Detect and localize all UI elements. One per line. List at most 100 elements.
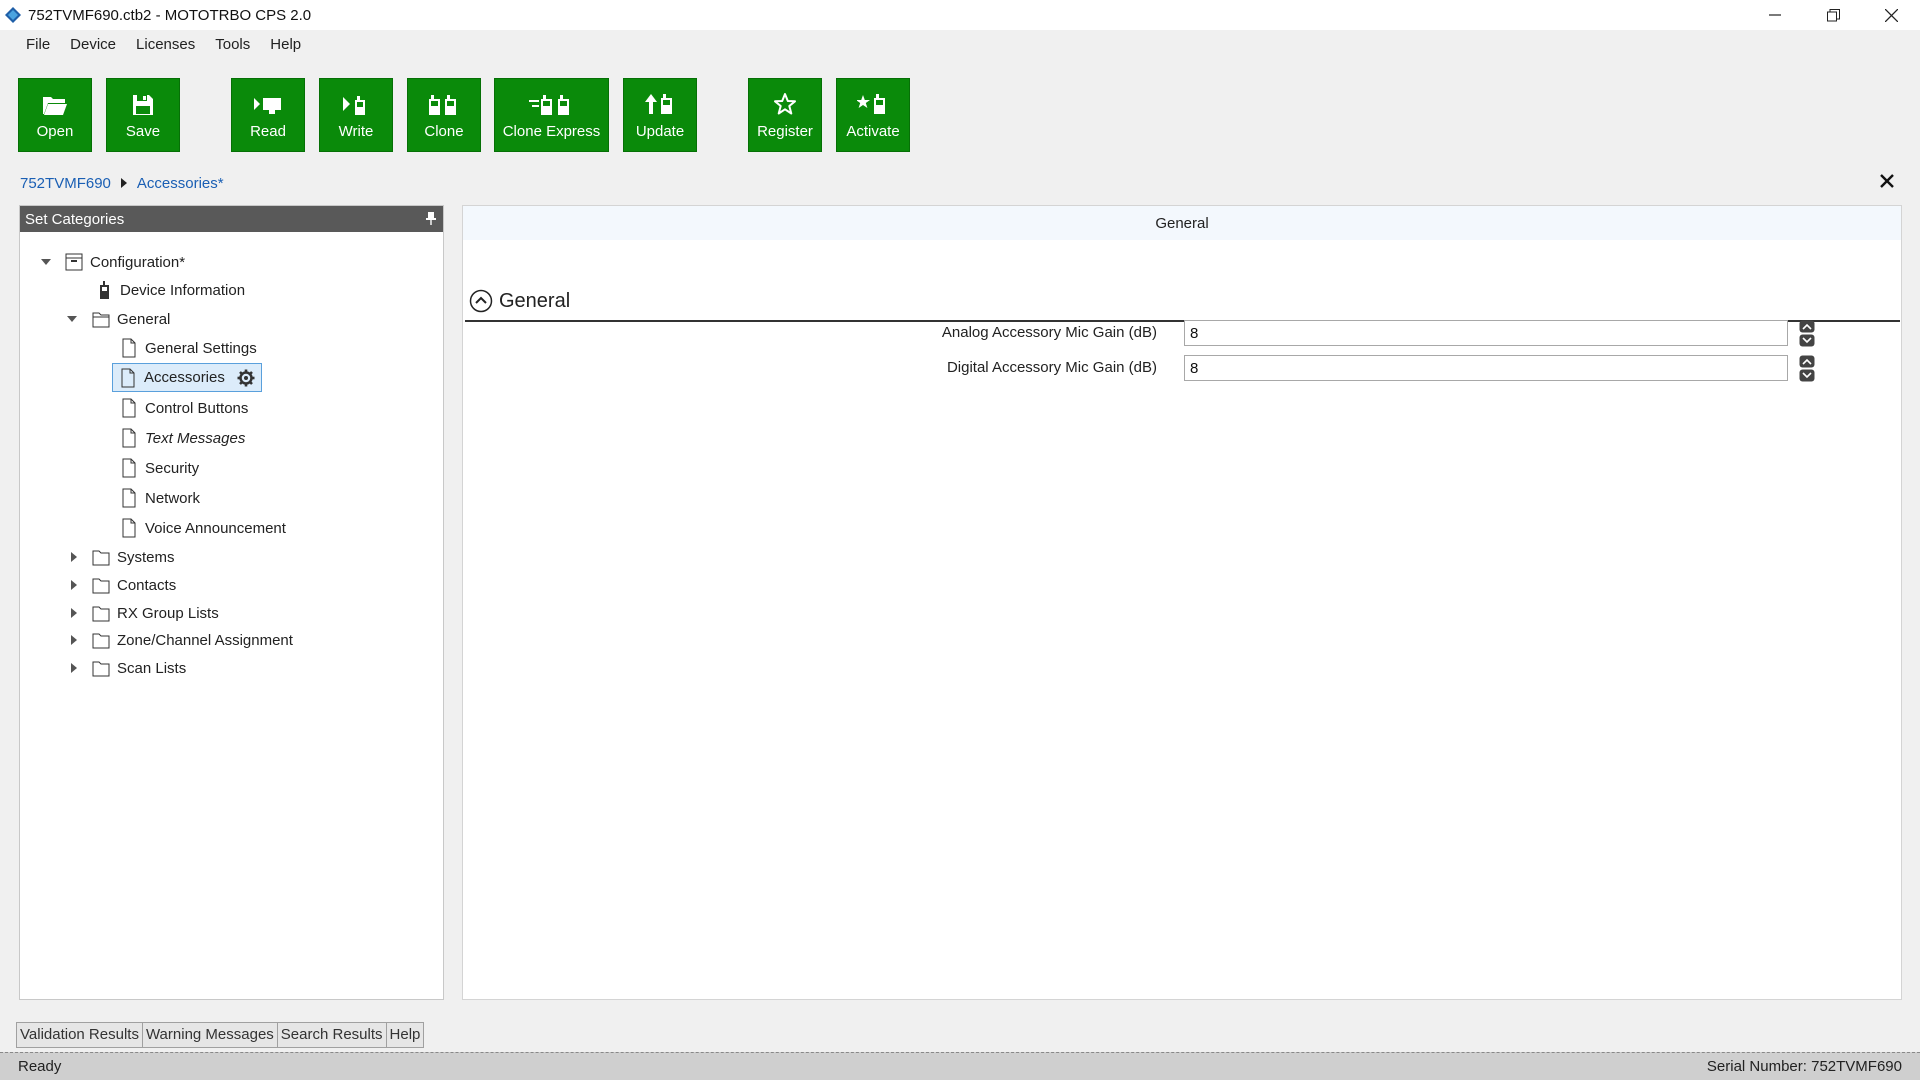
read-button[interactable]: Read — [231, 78, 305, 152]
clone-button[interactable]: Clone — [407, 78, 481, 152]
folder-icon — [92, 606, 110, 622]
breadcrumb-separator-icon — [120, 178, 127, 188]
expanded-arrow-icon[interactable] — [66, 313, 78, 325]
tree-item-label: RX Group Lists — [117, 604, 219, 622]
update-device-icon — [645, 94, 672, 114]
close-document-icon[interactable] — [1878, 172, 1896, 190]
folder-open-icon — [43, 97, 67, 115]
tab-validation-results[interactable]: Validation Results — [16, 1022, 143, 1048]
close-window-button[interactable] — [1862, 0, 1920, 30]
folder-icon — [92, 578, 110, 594]
restore-button[interactable] — [1804, 0, 1862, 30]
tree-item-label: Control Buttons — [145, 399, 249, 417]
folder-icon — [92, 661, 110, 677]
tree-item-contacts[interactable]: Contacts — [92, 573, 176, 597]
folder-icon — [92, 633, 110, 649]
read-label: Read — [250, 123, 286, 140]
activate-button[interactable]: Activate — [836, 78, 910, 152]
tab-general[interactable]: General — [463, 206, 1901, 240]
update-label: Update — [635, 123, 685, 140]
panel-header: Set Categories — [20, 206, 443, 232]
bottom-tabs: Validation Results Warning Messages Sear… — [16, 1022, 425, 1048]
tree-item-voice-announcement[interactable]: Voice Announcement — [120, 516, 286, 540]
field-row-analog-mic-gain: Analog Accessory Mic Gain (dB) — [463, 319, 1901, 347]
document-icon — [122, 398, 136, 418]
menu-device[interactable]: Device — [60, 30, 126, 60]
document-icon — [122, 488, 136, 508]
clone-express-icon — [528, 95, 569, 115]
menu-licenses[interactable]: Licenses — [126, 30, 205, 60]
read-device-icon — [254, 98, 281, 114]
tree-item-label: Scan Lists — [117, 659, 187, 677]
register-label: Register — [757, 123, 813, 140]
tree-item-text-messages[interactable]: Text Messages — [120, 426, 245, 450]
clone-express-button[interactable]: Clone Express — [494, 78, 609, 152]
tree-item-rx-group-lists[interactable]: RX Group Lists — [92, 601, 219, 625]
tree-item-label: General — [117, 310, 171, 328]
tree-item-zone-channel-assignment[interactable]: Zone/Channel Assignment — [92, 628, 293, 652]
gear-icon[interactable] — [237, 369, 255, 387]
tree-item-network[interactable]: Network — [120, 486, 200, 510]
menu-tools[interactable]: Tools — [205, 30, 260, 60]
tab-search-results[interactable]: Search Results — [276, 1022, 387, 1048]
tree-item-configuration[interactable]: Configuration* — [65, 250, 185, 274]
tree-item-control-buttons[interactable]: Control Buttons — [120, 396, 248, 420]
folder-icon — [92, 550, 110, 566]
panel-title: Set Categories — [25, 210, 125, 228]
breadcrumb-current[interactable]: Accessories* — [137, 175, 224, 192]
expanded-arrow-icon[interactable] — [40, 256, 52, 268]
tab-label: General — [1155, 214, 1209, 232]
clone-express-label: Clone Express — [502, 123, 601, 140]
digital-mic-gain-spinner[interactable] — [1799, 355, 1815, 382]
main-content-panel: General General Analog Accessory Mic Gai… — [462, 205, 1902, 1000]
collapsed-arrow-icon[interactable] — [68, 607, 80, 619]
document-icon — [122, 518, 136, 538]
tree-item-label: Text Messages — [145, 429, 246, 447]
collapsed-arrow-icon[interactable] — [68, 551, 80, 563]
pin-icon[interactable] — [425, 211, 437, 225]
tree-item-label: Configuration* — [90, 253, 186, 271]
analog-mic-gain-input[interactable] — [1184, 320, 1788, 346]
breadcrumb: 752TVMF690 Accessories* — [20, 172, 224, 194]
register-button[interactable]: Register — [748, 78, 822, 152]
document-icon — [122, 338, 136, 358]
tree-item-label: Network — [145, 489, 201, 507]
menu-help[interactable]: Help — [260, 30, 311, 60]
restore-icon — [1826, 8, 1840, 21]
collapsed-arrow-icon[interactable] — [68, 662, 80, 674]
folder-icon — [92, 312, 110, 328]
tree-item-accessories[interactable]: Accessories — [112, 363, 262, 392]
analog-mic-gain-spinner[interactable] — [1799, 320, 1815, 347]
digital-mic-gain-input[interactable] — [1184, 355, 1788, 381]
open-button[interactable]: Open — [18, 78, 92, 152]
window-controls — [1746, 0, 1920, 30]
tree-item-device-information[interactable]: Device Information — [95, 278, 245, 302]
breadcrumb-root[interactable]: 752TVMF690 — [20, 175, 111, 192]
document-icon — [122, 428, 136, 448]
radio-device-icon — [100, 281, 109, 299]
status-text: Ready — [18, 1058, 62, 1075]
tree-item-security[interactable]: Security — [120, 456, 199, 480]
collapsed-arrow-icon[interactable] — [68, 579, 80, 591]
tree-item-systems[interactable]: Systems — [92, 545, 175, 569]
tab-warning-messages[interactable]: Warning Messages — [141, 1022, 278, 1048]
menu-file[interactable]: File — [16, 30, 60, 60]
save-label: Save — [125, 123, 161, 140]
tree-item-label: Zone/Channel Assignment — [117, 631, 293, 649]
tree-item-label: Device Information — [120, 281, 246, 299]
menu-bar: File Device Licenses Tools Help — [0, 30, 1920, 60]
section-general: General — [465, 282, 1900, 322]
minimize-button[interactable] — [1746, 0, 1804, 30]
digital-mic-gain-label: Digital Accessory Mic Gain (dB) — [946, 359, 1157, 376]
tree-item-general[interactable]: General — [92, 307, 170, 331]
tab-help[interactable]: Help — [385, 1022, 425, 1048]
status-bar: Ready Serial Number: 752TVMF690 — [0, 1052, 1920, 1080]
collapsed-arrow-icon[interactable] — [68, 634, 80, 646]
write-button[interactable]: Write — [319, 78, 393, 152]
tree-item-scan-lists[interactable]: Scan Lists — [92, 656, 186, 680]
tree-item-label: Voice Announcement — [145, 519, 286, 537]
save-button[interactable]: Save — [106, 78, 180, 152]
update-button[interactable]: Update — [623, 78, 697, 152]
tree-item-general-settings[interactable]: General Settings — [120, 336, 257, 360]
collapse-chevron-up-icon[interactable] — [469, 289, 493, 313]
